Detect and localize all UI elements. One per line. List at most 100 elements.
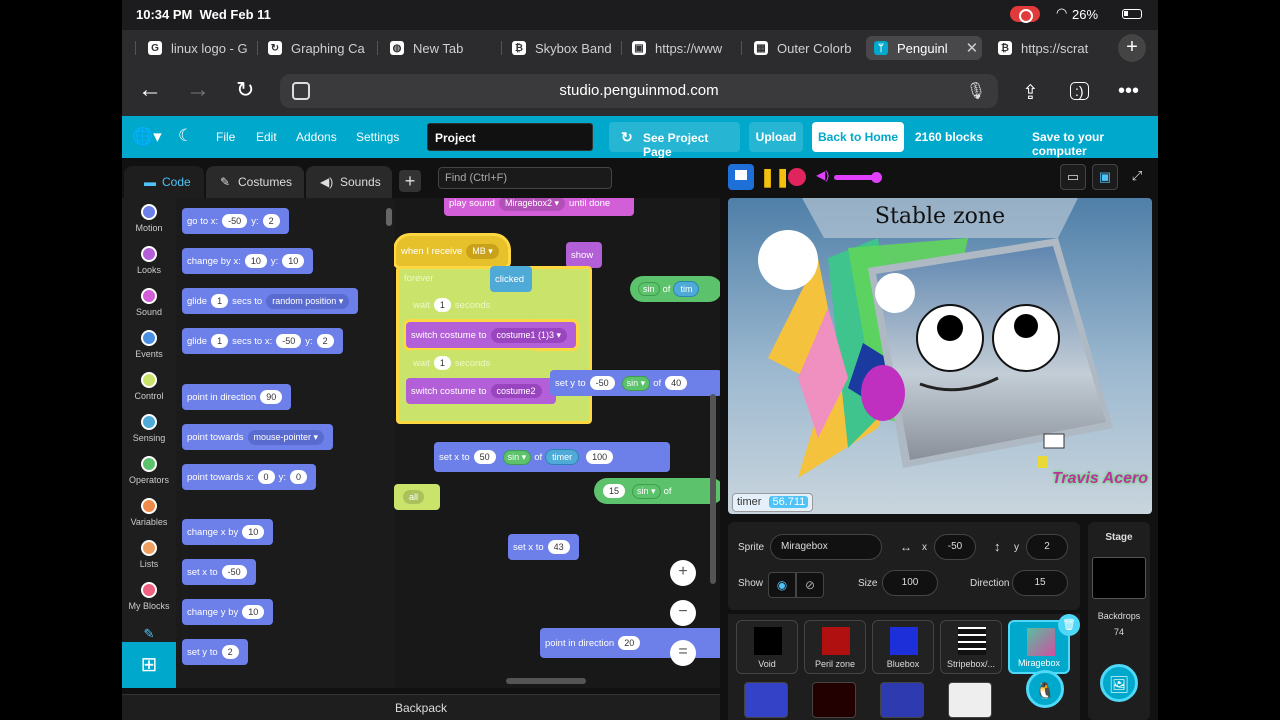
category-lists[interactable]: Lists	[122, 540, 176, 569]
sprite-tile[interactable]	[948, 682, 992, 718]
block-show[interactable]: show	[566, 242, 602, 268]
category-sound[interactable]: Sound	[122, 288, 176, 317]
category-events[interactable]: Events	[122, 330, 176, 359]
category-sensing[interactable]: Sensing	[122, 414, 176, 443]
block-glide-to-target[interactable]: glide 1 secs to random position ▾	[182, 288, 359, 314]
block-switch-costume-1[interactable]: switch costume to costume1 (1)3 ▾	[406, 322, 577, 348]
menu-edit[interactable]: Edit	[256, 130, 277, 144]
add-extension-button[interactable]: +	[399, 170, 421, 192]
sprite-name-input[interactable]: Miragebox	[770, 534, 882, 560]
category-operators[interactable]: Operators	[122, 456, 176, 485]
language-globe-icon[interactable]: 🌐▾	[132, 127, 162, 147]
browser-tab[interactable]: ₿ Skybox Band	[512, 36, 622, 60]
share-icon[interactable]: ⇪	[1022, 80, 1039, 105]
see-project-page-button[interactable]: ↻ See Project Page	[609, 122, 740, 159]
block-change-by-xy[interactable]: change by x: 10 y: 10	[182, 248, 314, 274]
block-set-x[interactable]: set x to -50	[182, 559, 256, 585]
sprite-y-input[interactable]: 2	[1026, 534, 1068, 560]
workspace-vertical-scrollbar[interactable]	[710, 394, 716, 584]
new-tab-button[interactable]: +	[1118, 34, 1146, 62]
browser-tab[interactable]: ◍ New Tab	[390, 36, 502, 60]
back-arrow-icon[interactable]: ←	[138, 78, 162, 102]
browser-tab[interactable]: ▣ https://www	[632, 36, 742, 60]
sprite-tile-stripebox[interactable]: Stripebox/...	[940, 620, 1002, 674]
block-wait-1[interactable]: wait 1 seconds	[408, 292, 536, 318]
menu-file[interactable]: File	[216, 130, 235, 144]
block-set-y-to[interactable]: set y to -50 sin ▾ of 40	[550, 370, 720, 396]
sprite-tile[interactable]	[880, 682, 924, 718]
stop-icon[interactable]	[788, 168, 806, 186]
block-when-i-receive[interactable]: when I receive MB ▾	[396, 236, 508, 266]
microphone-icon[interactable]: 🎙	[966, 81, 986, 101]
block-point-towards-xy[interactable]: point towards x: 0 y: 0	[182, 464, 316, 490]
hide-sprite-eye-icon[interactable]: ⊘	[796, 572, 824, 598]
block-play-sound-until-done[interactable]: play sound Miragebox2 ▾ until done	[444, 198, 634, 216]
block-change-y[interactable]: change y by 10	[182, 599, 274, 625]
upload-button[interactable]: Upload	[749, 122, 803, 152]
tab-code[interactable]: ▬ Code	[124, 166, 204, 198]
small-stage-icon[interactable]: ▭	[1060, 164, 1086, 190]
block-stop-all[interactable]: all	[394, 484, 440, 510]
menu-addons[interactable]: Addons	[296, 130, 337, 144]
choose-sprite-icon[interactable]: 🐧	[1026, 670, 1064, 708]
backpack-bar[interactable]: Backpack	[122, 694, 720, 720]
pause-icon[interactable]: ❚❚	[760, 168, 790, 186]
project-title-input[interactable]: Project	[427, 123, 593, 151]
category-variables[interactable]: Variables	[122, 498, 176, 527]
zoom-reset-icon[interactable]: =	[670, 640, 696, 666]
pen-extension-icon[interactable]: ✎	[122, 626, 176, 642]
tab-costumes[interactable]: ✎ Costumes	[206, 166, 304, 198]
more-menu-icon[interactable]: •••	[1118, 80, 1139, 103]
menu-settings[interactable]: Settings	[356, 130, 399, 144]
close-tab-icon[interactable]: ✕	[966, 39, 979, 57]
save-to-computer-button[interactable]: Save to your computer	[1032, 130, 1158, 158]
sprite-tile[interactable]	[744, 682, 788, 718]
normal-stage-icon[interactable]: ▣	[1092, 164, 1118, 190]
palette-scrollbar[interactable]	[386, 208, 392, 226]
workspace-horizontal-scrollbar[interactable]	[506, 678, 586, 684]
find-input[interactable]: Find (Ctrl+F)	[438, 167, 612, 189]
block-operator-15-sin[interactable]: 15 sin ▾ of	[594, 478, 720, 504]
stage-target-panel[interactable]: Stage Backdrops 74 🖼	[1088, 522, 1150, 720]
browser-tab-active[interactable]: ᛘ Penguinl ✕	[866, 36, 982, 60]
block-go-to-xy[interactable]: go to x: -50 y: 2	[182, 208, 289, 234]
block-sin-of-timer[interactable]: sin of tim	[630, 276, 720, 302]
sprite-tile-peril-zone[interactable]: Peril zone	[804, 620, 866, 674]
category-my-blocks[interactable]: My Blocks	[122, 582, 176, 611]
browser-tab[interactable]: ↻ Graphing Ca	[268, 36, 378, 60]
block-set-x-43[interactable]: set x to 43	[508, 534, 579, 560]
block-point-in-direction[interactable]: point in direction 90	[182, 384, 292, 410]
tab-sounds[interactable]: ◀) Sounds	[306, 166, 392, 198]
add-extension-icon[interactable]: ⊞	[122, 642, 176, 688]
block-set-x-to-sin[interactable]: set x to 50 sin ▾ of timer 100	[434, 442, 670, 472]
sprite-tile-bluebox[interactable]: Bluebox	[872, 620, 934, 674]
sprite-size-input[interactable]: 100	[882, 570, 938, 596]
sprite-x-input[interactable]: -50	[934, 534, 976, 560]
forward-arrow-icon[interactable]: →	[186, 78, 210, 102]
fullscreen-icon[interactable]: ⤢	[1124, 164, 1150, 190]
browser-tab[interactable]: ₿ https://scrat	[998, 36, 1108, 60]
url-field[interactable]: studio.penguinmod.com 🎙	[280, 74, 998, 108]
sprite-tile-void[interactable]: Void	[736, 620, 798, 674]
choose-backdrop-icon[interactable]: 🖼	[1100, 664, 1138, 702]
browser-tab-edge[interactable]	[122, 36, 136, 60]
theme-moon-icon[interactable]: ☾	[178, 126, 193, 146]
browser-tab[interactable]: ▦ Outer Colorb	[754, 36, 854, 60]
block-set-y[interactable]: set y to 2	[182, 639, 248, 665]
zoom-in-icon[interactable]: +	[670, 560, 696, 586]
zoom-out-icon[interactable]: −	[670, 600, 696, 626]
category-control[interactable]: Control	[122, 372, 176, 401]
block-point-towards[interactable]: point towards mouse-pointer ▾	[182, 424, 334, 450]
show-sprite-eye-icon[interactable]: ◉	[768, 572, 796, 598]
browser-tab[interactable]: Glinux logo - G	[148, 36, 258, 60]
block-change-x[interactable]: change x by 10	[182, 519, 274, 545]
block-glide-to-xy[interactable]: glide 1 secs to x: -50 y: 2	[182, 328, 343, 354]
sprite-direction-input[interactable]: 15	[1012, 570, 1068, 596]
sprite-tile[interactable]	[812, 682, 856, 718]
back-to-home-button[interactable]: Back to Home	[812, 122, 904, 152]
category-looks[interactable]: Looks	[122, 246, 176, 275]
block-wait-2[interactable]: wait 1 seconds	[408, 350, 536, 376]
stage-canvas[interactable]: Stable zone Travis Acero timer 56.711	[728, 198, 1152, 514]
green-flag-icon[interactable]	[728, 164, 754, 190]
extension-icon[interactable]: :)	[1070, 82, 1089, 100]
